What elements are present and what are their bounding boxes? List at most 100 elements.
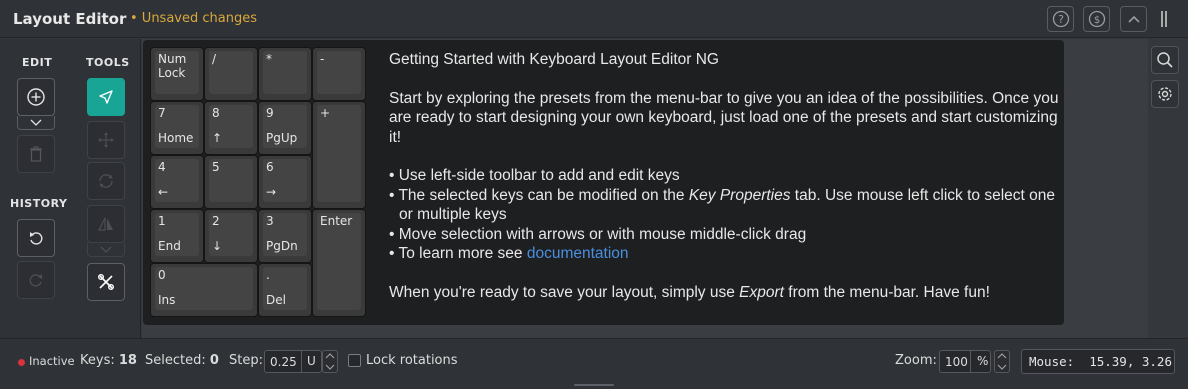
unsaved-indicator: • Unsaved changes (130, 11, 257, 26)
app-title: Layout Editor (13, 10, 127, 28)
trash-icon (30, 146, 42, 162)
keycap[interactable]: 4 ← (150, 155, 204, 209)
rotate-tool-button[interactable] (87, 162, 125, 200)
keycap-bottom-legend: End (158, 239, 181, 253)
keycap[interactable]: . Del (258, 263, 312, 317)
zoom-input[interactable]: 100 % (939, 350, 991, 373)
keycap-top-legend-line2: Lock (158, 66, 186, 80)
step-stepper[interactable] (322, 350, 338, 373)
help-button[interactable]: ? (1047, 6, 1074, 32)
keycap[interactable]: * (258, 47, 312, 101)
status-dot (18, 359, 25, 366)
mirror-icon (98, 217, 113, 231)
status-bar: Inactive Keys: 18 Selected: 0 Step: 0.25… (0, 338, 1188, 389)
zoom-label: Zoom: (895, 353, 937, 368)
tweak-tool-button[interactable] (87, 263, 125, 301)
collapse-button[interactable] (1120, 6, 1147, 32)
history-section-label: HISTORY (10, 197, 68, 210)
svg-text:$: $ (1093, 15, 1099, 26)
add-key-button[interactable] (17, 78, 55, 116)
step-input[interactable]: 0.25 U (264, 350, 322, 373)
move-arrows-icon (98, 132, 114, 148)
chevron-down-icon (30, 119, 42, 126)
edit-section-label: EDIT (22, 56, 53, 69)
stepper-arrows-icon (997, 353, 1007, 370)
keycap-top-legend: - (320, 52, 325, 66)
keycap[interactable]: / (204, 47, 258, 101)
resize-handle[interactable] (574, 384, 614, 386)
documentation-link[interactable]: documentation (527, 245, 629, 262)
mouse-position-readout: Mouse: 15.39, 3.26 (1021, 349, 1175, 374)
keycap-top-legend: 2 (212, 214, 220, 228)
keycap-bottom-legend: Home (158, 131, 194, 145)
keycap-top-legend: 5 (212, 160, 220, 174)
stepper-arrows-icon (325, 353, 335, 370)
layout-editor-window: Layout Editor • Unsaved changes ? $ EDIT… (0, 0, 1188, 389)
keycap[interactable]: + (312, 101, 366, 209)
keycap-bottom-legend: ↑ (212, 131, 223, 145)
keycap-top-legend: . (266, 268, 270, 282)
info-bullet-toolbar: • Use left-side toolbar to add and edit … (389, 167, 680, 184)
getting-started-info: Getting Started with Keyboard Layout Edi… (389, 50, 1059, 302)
info-intro: Start by exploring the presets from the … (389, 89, 1059, 146)
keycap-bottom-legend: → (266, 185, 277, 199)
keycap[interactable]: 6 → (258, 155, 312, 209)
move-tool-button[interactable] (87, 121, 125, 159)
keycap-bottom-legend: PgDn (266, 239, 298, 253)
keycap-top-legend: 7 (158, 106, 166, 120)
delete-key-button[interactable] (17, 135, 55, 173)
step-label: Step: (229, 353, 263, 368)
keycap-top-legend: 3 (266, 214, 274, 228)
select-tool-button[interactable] (87, 78, 125, 116)
zoom-stepper[interactable] (994, 350, 1010, 373)
lock-rotations-checkbox[interactable] (348, 354, 361, 367)
keycap[interactable]: 1 End (150, 209, 204, 263)
header-bar: Layout Editor • Unsaved changes ? $ (0, 0, 1188, 38)
redo-icon (29, 274, 42, 287)
keycap[interactable]: 2 ↓ (204, 209, 258, 263)
donate-button[interactable]: $ (1083, 6, 1110, 32)
keycap[interactable]: 0 Ins (150, 263, 258, 317)
keycap-bottom-legend: Ins (158, 293, 176, 307)
settings-button[interactable] (1151, 80, 1179, 108)
status-state: Inactive (29, 354, 75, 368)
help-icon: ? (1052, 10, 1069, 28)
info-footer: When you're ready to save your layout, s… (389, 283, 990, 301)
search-button[interactable] (1151, 46, 1179, 74)
keycap-bottom-legend: ← (158, 185, 169, 199)
keycap[interactable]: 3 PgDn (258, 209, 312, 263)
add-key-dropdown[interactable] (17, 116, 55, 130)
keycap-top-legend: + (320, 106, 331, 120)
mirror-tool-dropdown[interactable] (87, 243, 125, 257)
keycap-top-legend: / (212, 52, 217, 66)
left-toolbar: EDIT TOOLS HISTORY (0, 39, 141, 338)
more-menu-button[interactable] (1158, 9, 1170, 29)
keycap[interactable]: Enter (312, 209, 366, 317)
keycap[interactable]: 8 ↑ (204, 101, 258, 155)
undo-icon (30, 232, 43, 245)
keycap-top-legend: Enter (320, 214, 353, 228)
undo-button[interactable] (17, 219, 55, 257)
keycap-top-legend: Num (158, 52, 187, 66)
tools-section-label: TOOLS (86, 56, 130, 69)
keycap-top-legend: 8 (212, 106, 220, 120)
lock-rotations-label: Lock rotations (366, 353, 458, 368)
mirror-tool-button[interactable] (87, 205, 125, 243)
tools-icon (98, 274, 114, 290)
keycap-bottom-legend: PgUp (266, 131, 298, 145)
info-bullet-move: • Move selection with arrows or with mou… (389, 225, 807, 243)
keycap[interactable]: - (312, 47, 366, 101)
search-icon (1157, 52, 1173, 68)
keycap-top-legend: 4 (158, 160, 166, 174)
keycap[interactable]: 7 Home (150, 101, 204, 155)
keycap-top-legend: 9 (266, 106, 274, 120)
redo-button[interactable] (17, 261, 55, 299)
keycap[interactable]: 9 PgUp (258, 101, 312, 155)
dollar-icon: $ (1088, 10, 1105, 28)
keycap[interactable]: Num Lock (150, 47, 204, 101)
keys-count: Keys: 18 (80, 353, 137, 368)
drag-handle-icon (1161, 11, 1167, 27)
cursor-arrow-icon (99, 90, 113, 104)
keycap[interactable]: 5 (204, 155, 258, 209)
info-heading: Getting Started with Keyboard Layout Edi… (389, 51, 719, 68)
